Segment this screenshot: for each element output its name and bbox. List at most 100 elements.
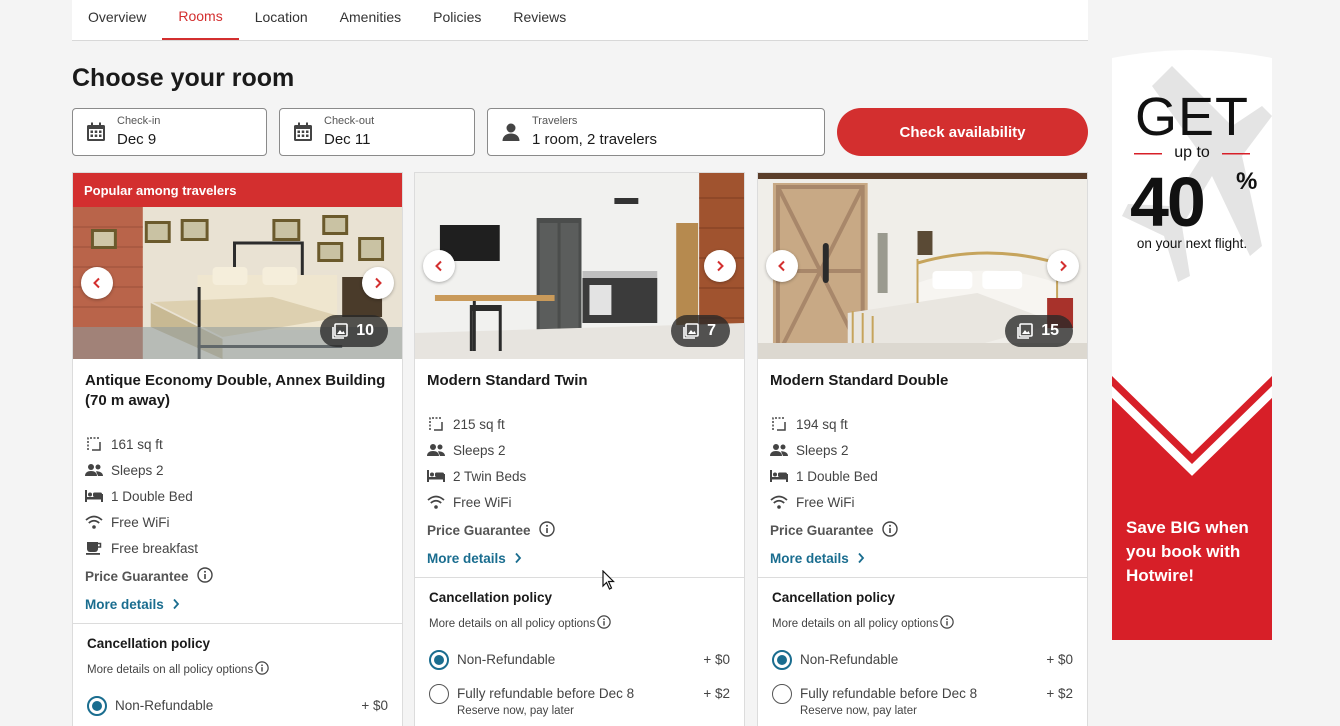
feature-breakfast: Free breakfast [85,535,390,561]
price-guarantee-label: Price Guarantee [770,522,874,538]
photo-count: 7 [707,322,716,339]
room-photo[interactable]: 15 [758,173,1087,359]
radio-button[interactable] [772,650,792,670]
tab-location[interactable]: Location [239,0,324,40]
feature-text: Free breakfast [111,540,199,556]
radio-button[interactable] [429,684,449,704]
travelers-value: 1 room, 2 travelers [532,130,658,148]
bed-icon [770,467,788,485]
policy-option[interactable]: Non-Refundable + $0 [772,650,1073,670]
area-icon [85,435,103,453]
feature-bed: 2 Twin Beds [427,463,732,489]
chevron-right-icon [858,552,864,564]
tab-policies[interactable]: Policies [417,0,497,40]
chevron-right-icon [375,277,382,289]
price-guarantee: Price Guarantee [770,517,1075,543]
option-label: Non-Refundable [800,652,899,667]
feature-text: 161 sq ft [111,436,163,452]
price-guarantee-label: Price Guarantee [85,568,189,584]
cancellation-more-link[interactable]: More details on all policy options [772,615,1073,632]
tab-rooms[interactable]: Rooms [162,0,239,40]
more-details-link[interactable]: More details [770,543,1075,573]
feature-text: 215 sq ft [453,416,505,432]
info-icon[interactable] [196,566,213,586]
info-icon[interactable] [940,615,954,632]
cancellation-more-link[interactable]: More details on all policy options [429,615,730,632]
room-card: 7 Modern Standard Twin 215 sq ft Sleeps … [414,172,745,726]
option-label: Fully refundable before Dec 8 [800,686,978,701]
bed-icon [85,487,103,505]
more-details-link[interactable]: More details [427,543,732,573]
previous-photo-button[interactable] [423,250,455,282]
next-photo-button[interactable] [704,250,736,282]
gallery-icon [1017,323,1034,339]
room-name[interactable]: Antique Economy Double, Annex Building (… [85,371,390,411]
calendar-icon [292,121,314,143]
option-price: + $0 [1046,652,1073,667]
travelers-field[interactable]: Travelers 1 room, 2 travelers [487,108,825,156]
popular-badge: Popular among travelers [73,173,402,207]
option-price: + $0 [703,652,730,667]
checkout-field[interactable]: Check-out Dec 11 [279,108,475,156]
more-details-link[interactable]: More details [85,589,390,619]
info-icon[interactable] [255,661,269,678]
info-icon[interactable] [538,520,555,540]
cancellation-title: Cancellation policy [772,590,896,605]
room-photo[interactable]: 10 [73,207,402,359]
chevron-right-icon [1060,260,1067,272]
room-name[interactable]: Modern Standard Double [770,371,1075,391]
policy-option[interactable]: Non-Refundable + $0 [87,696,388,716]
coffee-icon [85,539,103,557]
area-icon [427,415,445,433]
cancellation-more-link[interactable]: More details on all policy options [87,661,388,678]
area-icon [770,415,788,433]
feature-area: 161 sq ft [85,431,390,457]
radio-button[interactable] [772,684,792,704]
previous-photo-button[interactable] [766,250,798,282]
radio-button[interactable] [87,696,107,716]
cancellation-title: Cancellation policy [87,636,211,651]
room-name[interactable]: Modern Standard Twin [427,371,732,391]
hotwire-ad[interactable]: GET up to 40 % on your next flight. Save… [1112,46,1272,640]
ad-flight-text: on your next flight. [1136,236,1248,251]
policy-option[interactable]: Fully refundable before Dec 8 Reserve now… [772,684,1073,717]
room-card: Popular among travelers 10 Antique Econo… [72,172,403,726]
feature-text: 1 Double Bed [111,488,193,504]
photo-gallery-button[interactable]: 10 [320,315,388,347]
policy-option[interactable]: Fully refundable before Dec 8 Reserve now… [429,684,730,717]
checkin-value: Dec 9 [117,130,157,148]
feature-text: Free WiFi [111,514,170,530]
policy-option[interactable]: Non-Refundable + $0 [429,650,730,670]
ad-amount: 40 [1130,163,1206,241]
tab-overview[interactable]: Overview [72,0,162,40]
feature-bed: 1 Double Bed [85,483,390,509]
next-photo-button[interactable] [1047,250,1079,282]
cancellation-section: Cancellation policy More details on all … [770,578,1075,717]
photo-gallery-button[interactable]: 15 [1005,315,1073,347]
tab-amenities[interactable]: Amenities [324,0,417,40]
person-icon [500,121,522,143]
checkin-field[interactable]: Check-in Dec 9 [72,108,267,156]
cancellation-more-label: More details on all policy options [429,617,596,630]
photo-gallery-button[interactable]: 7 [671,315,730,347]
check-availability-button[interactable]: Check availability [837,108,1088,156]
option-price: + $0 [361,698,388,713]
radio-button[interactable] [429,650,449,670]
room-photo[interactable]: 7 [415,173,744,359]
gallery-icon [683,323,699,339]
option-sublabel: Reserve now, pay later [457,705,574,717]
ad-get-text: GET [1134,87,1249,147]
chevron-left-icon [435,260,442,272]
feature-text: 2 Twin Beds [453,468,527,484]
previous-photo-button[interactable] [81,267,113,299]
info-icon[interactable] [597,615,611,632]
feature-area: 194 sq ft [770,411,1075,437]
cancellation-title: Cancellation policy [429,590,553,605]
info-icon[interactable] [881,520,898,540]
more-details-label: More details [770,550,849,566]
cancellation-more-label: More details on all policy options [772,617,939,630]
tab-reviews[interactable]: Reviews [497,0,582,40]
next-photo-button[interactable] [362,267,394,299]
travelers-label: Travelers [532,114,578,127]
feature-text: 1 Double Bed [796,468,878,484]
